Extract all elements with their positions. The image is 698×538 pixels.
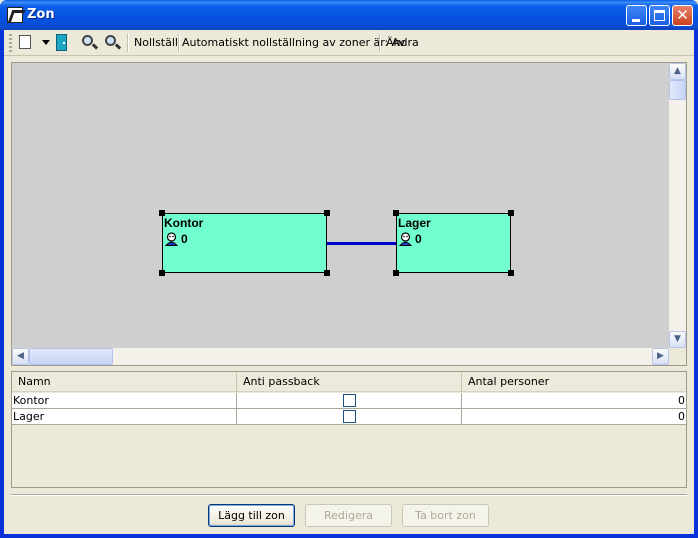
resize-handle[interactable]: [508, 270, 514, 276]
zone-person-count: 0: [181, 232, 188, 246]
scroll-left-icon[interactable]: ◀: [12, 348, 29, 365]
add-zone-button[interactable]: Lägg till zon: [208, 504, 295, 527]
cell-name: Lager: [12, 409, 237, 425]
zone-name: Lager: [398, 216, 431, 230]
resize-handle[interactable]: [159, 210, 165, 216]
toolbar: Nollställ Automatiskt nollställning av z…: [4, 30, 694, 56]
button-divider: [11, 494, 687, 495]
minimize-icon: [632, 19, 640, 22]
window: Zon ✕ Nollställ Automatiskt nollställnin…: [0, 0, 698, 538]
zone-canvas-frame: Kontor 0 Lager 0 ▲ ▼ ◀ ▶: [11, 62, 687, 366]
zone-name: Kontor: [164, 216, 204, 230]
scrollbar-corner: [669, 348, 686, 365]
title-bar[interactable]: Zon ✕: [0, 0, 698, 30]
column-header-anti-passback[interactable]: Anti passback: [237, 372, 462, 392]
toolbar-separator: [178, 34, 179, 52]
new-zone-icon[interactable]: [19, 35, 31, 49]
horizontal-scrollbar[interactable]: ◀ ▶: [12, 348, 669, 365]
zone-canvas[interactable]: Kontor 0 Lager 0: [12, 63, 669, 348]
resize-handle[interactable]: [159, 270, 165, 276]
person-icon: [165, 232, 178, 246]
anti-passback-checkbox[interactable]: [343, 394, 356, 407]
scroll-down-icon[interactable]: ▼: [669, 331, 686, 348]
toolbar-separator: [379, 34, 380, 52]
zoom-in-icon[interactable]: [82, 35, 93, 46]
cell-anti-passback: [237, 393, 462, 409]
close-button[interactable]: ✕: [672, 5, 693, 26]
resize-handle[interactable]: [508, 210, 514, 216]
zone-kontor[interactable]: Kontor 0: [162, 213, 327, 273]
table-row[interactable]: Kontor 0: [12, 393, 686, 409]
vertical-scroll-thumb[interactable]: [669, 80, 686, 100]
remove-zone-button[interactable]: Ta bort zon: [402, 504, 489, 527]
cell-name: Kontor: [12, 393, 237, 409]
window-title: Zon: [27, 7, 55, 22]
grid-header: Namn Anti passback Antal personer: [12, 372, 686, 392]
table-row[interactable]: Lager 0: [12, 409, 686, 425]
minimize-button[interactable]: [626, 5, 647, 26]
client-area: Nollställ Automatiskt nollställning av z…: [4, 30, 694, 534]
zone-lager[interactable]: Lager 0: [396, 213, 511, 273]
auto-reset-status: Automatiskt nollställning av zoner är: A…: [182, 36, 406, 49]
maximize-button[interactable]: [649, 5, 670, 26]
dropdown-arrow-icon[interactable]: [42, 40, 50, 45]
zone-grid: Namn Anti passback Antal personer Kontor…: [11, 371, 687, 488]
zone-person-count: 0: [415, 232, 422, 246]
scroll-right-icon[interactable]: ▶: [652, 348, 669, 365]
horizontal-scroll-thumb[interactable]: [29, 348, 113, 365]
resize-handle[interactable]: [324, 210, 330, 216]
vertical-scrollbar[interactable]: ▲ ▼: [669, 63, 686, 348]
cell-anti-passback: [237, 409, 462, 425]
resize-handle[interactable]: [393, 210, 399, 216]
maximize-icon: [654, 10, 665, 21]
change-button[interactable]: Ändra: [386, 34, 419, 52]
cell-person-count: 0: [678, 410, 685, 423]
anti-passback-checkbox[interactable]: [343, 410, 356, 423]
zone-link[interactable]: [327, 242, 396, 245]
column-header-person-count[interactable]: Antal personer: [462, 372, 686, 392]
resize-handle[interactable]: [324, 270, 330, 276]
edit-zone-button[interactable]: Redigera: [305, 504, 392, 527]
cell-person-count: 0: [678, 394, 685, 407]
door-icon[interactable]: [56, 34, 67, 51]
reset-button[interactable]: Nollställ: [134, 34, 178, 52]
app-icon: [7, 7, 23, 23]
column-header-name[interactable]: Namn: [12, 372, 237, 392]
toolbar-separator: [127, 34, 128, 52]
close-icon: ✕: [676, 6, 689, 24]
toolbar-grip-icon[interactable]: [9, 34, 12, 52]
person-icon: [399, 232, 412, 246]
zoom-out-icon[interactable]: [105, 35, 116, 46]
resize-handle[interactable]: [393, 270, 399, 276]
scroll-up-icon[interactable]: ▲: [669, 63, 686, 80]
